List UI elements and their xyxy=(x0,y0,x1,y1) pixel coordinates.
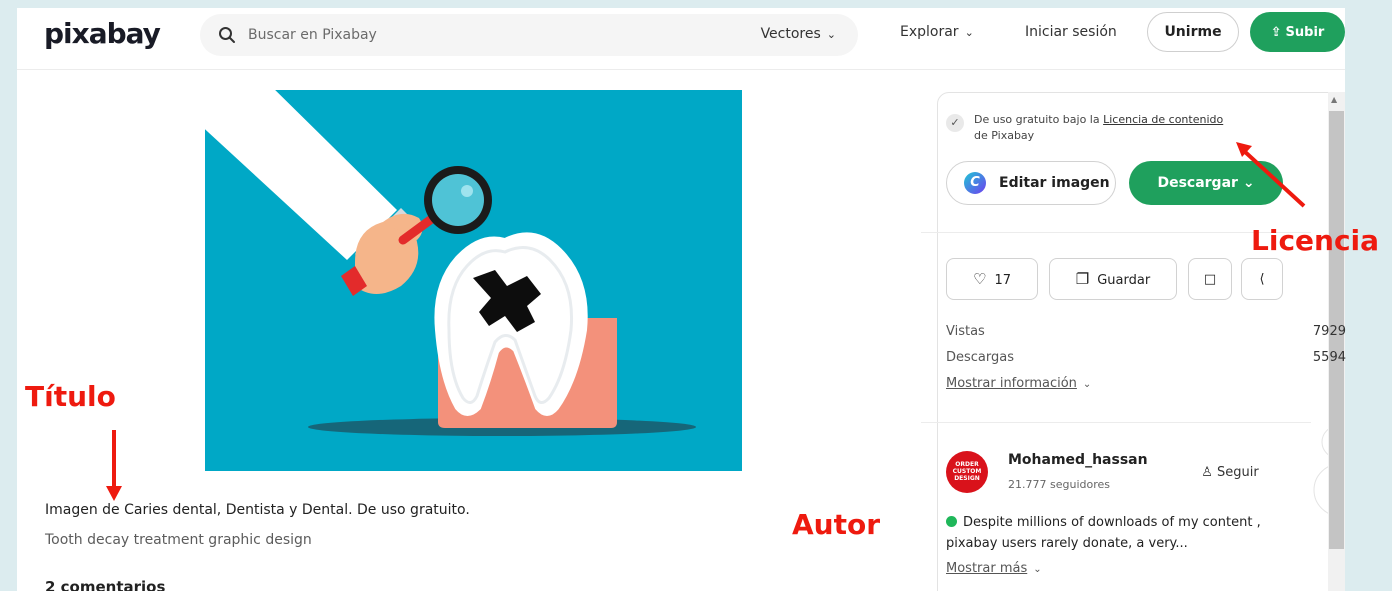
chevron-down-icon: ⌄ xyxy=(1242,175,1255,191)
like-button[interactable]: ♡ 17 xyxy=(946,258,1038,300)
pixabay-logo[interactable]: pixabay xyxy=(44,17,161,50)
like-count: 17 xyxy=(994,273,1011,288)
media-type-dropdown[interactable]: Vectores ⌄ xyxy=(761,26,836,42)
upload-button[interactable]: ⇪ Subir xyxy=(1250,12,1345,52)
license-suffix: de Pixabay xyxy=(974,129,1035,142)
author-followers: 21.777 seguidores xyxy=(1008,478,1110,491)
floating-widgets[interactable] xyxy=(1296,420,1328,520)
status-dot-icon xyxy=(946,516,957,527)
explore-menu[interactable]: Explorar ⌄ xyxy=(900,24,974,40)
license-prefix: De uso gratuito bajo la xyxy=(974,113,1104,126)
comment-button[interactable]: □ xyxy=(1188,258,1232,300)
annotation-title-label: Título xyxy=(25,380,116,413)
top-navbar: pixabay Vectores ⌄ Explorar ⌄ Iniciar sesi… xyxy=(17,8,1345,70)
add-user-icon: ♙ xyxy=(1201,464,1213,480)
chevron-down-icon: ⌄ xyxy=(1033,564,1042,575)
login-link[interactable]: Iniciar sesión xyxy=(1025,24,1117,40)
follow-button[interactable]: ♙ Seguir xyxy=(1185,458,1275,486)
search-icon xyxy=(219,27,235,43)
share-icon: ⟨ xyxy=(1259,271,1265,287)
annotation-license-label: Licencia xyxy=(1251,224,1380,257)
stat-label-views: Vistas xyxy=(946,324,985,339)
image-title: Imagen de Caries dental, Dentista y Dent… xyxy=(45,502,470,518)
tooth-decay-illustration[interactable] xyxy=(205,90,742,471)
chevron-down-icon: ⌄ xyxy=(1082,379,1092,390)
upload-icon: ⇪ xyxy=(1270,24,1282,40)
author-bio: Despite millions of downloads of my cont… xyxy=(946,512,1276,554)
search-bar: Vectores ⌄ xyxy=(200,14,858,56)
divider xyxy=(921,422,1311,423)
show-info-label: Mostrar información xyxy=(946,376,1077,391)
chevron-down-icon: ⌄ xyxy=(826,28,836,41)
bookmark-icon: ❐ xyxy=(1075,270,1090,288)
download-label: Descargar xyxy=(1157,175,1238,191)
author-name[interactable]: Mohamed_hassan xyxy=(1008,452,1148,468)
search-input[interactable] xyxy=(248,23,708,47)
image-description: Tooth decay treatment graphic design xyxy=(45,532,312,548)
annotation-author-label: Autor xyxy=(792,508,881,541)
save-button[interactable]: ❐ Guardar xyxy=(1049,258,1177,300)
avatar[interactable]: ORDER CUSTOM DESIGN xyxy=(946,451,988,493)
check-icon: ✓ xyxy=(946,114,964,132)
heart-icon: ♡ xyxy=(973,270,987,288)
comments-heading: 2 comentarios xyxy=(45,578,166,591)
comment-icon: □ xyxy=(1203,271,1217,287)
stat-label-downloads: Descargas xyxy=(946,350,1015,365)
media-type-label: Vectores xyxy=(760,26,821,42)
author-bio-text: Despite millions of downloads of my cont… xyxy=(946,515,1261,551)
upload-label: Subir xyxy=(1285,24,1325,40)
license-notice: ✓ De uso gratuito bajo la Licencia de co… xyxy=(946,112,1286,144)
chevron-down-icon: ⌄ xyxy=(964,26,974,39)
license-link[interactable]: Licencia de contenido xyxy=(1103,113,1223,126)
show-more-link[interactable]: Mostrar más ⌄ xyxy=(946,561,1042,576)
join-button[interactable]: Unirme xyxy=(1147,12,1239,52)
scroll-up-arrow-icon[interactable]: ▲ xyxy=(1331,95,1337,104)
stat-value-views: 7929 xyxy=(1312,324,1346,339)
show-more-label: Mostrar más xyxy=(946,561,1028,576)
stat-value-downloads: 5594 xyxy=(1312,350,1346,365)
explore-label: Explorar xyxy=(900,24,959,40)
follow-label: Seguir xyxy=(1217,464,1259,480)
show-info-link[interactable]: Mostrar información ⌄ xyxy=(946,376,1091,391)
canva-icon: C xyxy=(964,172,986,194)
save-label: Guardar xyxy=(1097,273,1151,288)
edit-image-label: Editar imagen xyxy=(999,175,1110,191)
share-button[interactable]: ⟨ xyxy=(1241,258,1283,300)
download-button[interactable]: Descargar ⌄ xyxy=(1129,161,1283,205)
